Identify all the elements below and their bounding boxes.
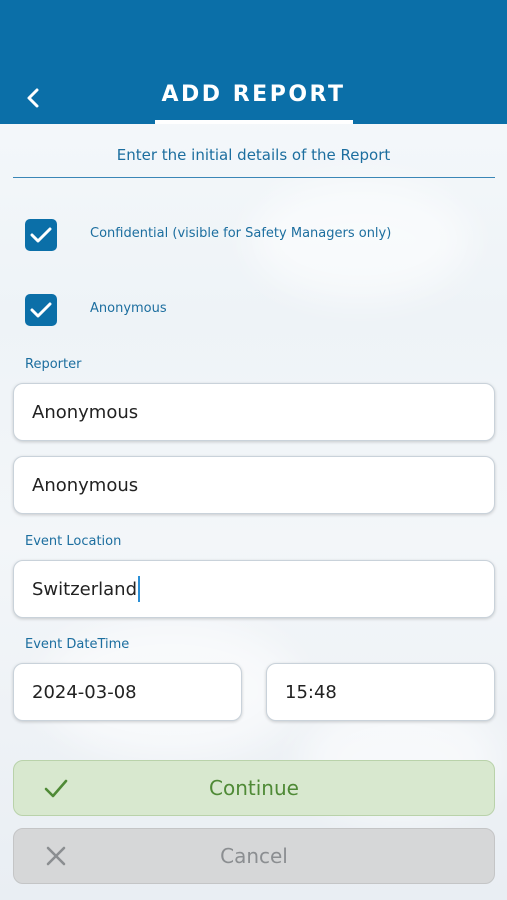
title-underline [155,120,353,124]
reporter-label: Reporter [25,357,82,372]
anonymous-checkbox[interactable] [25,294,57,326]
cancel-label: Cancel [220,844,288,868]
event-datetime-label: Event DateTime [25,637,130,652]
reporter-second-value: Anonymous [32,474,139,496]
app-header: ADD REPORT [0,0,507,124]
cancel-button[interactable]: Cancel [13,828,495,884]
event-date-input[interactable]: 2024-03-08 [13,663,242,721]
reporter-second-input[interactable]: Anonymous [13,456,495,514]
confidential-label: Confidential (visible for Safety Manager… [90,226,392,241]
page-title: ADD REPORT [161,82,346,107]
event-location-input[interactable]: Switzerland [13,560,495,618]
text-cursor [138,576,140,602]
continue-button[interactable]: Continue [13,760,495,816]
event-time-input[interactable]: 15:48 [266,663,495,721]
reporter-first-input[interactable]: Anonymous [13,383,495,441]
reporter-first-value: Anonymous [32,401,139,423]
checkmark-icon [44,779,68,798]
checkmark-icon [30,227,52,243]
section-divider [13,177,495,178]
event-location-value: Switzerland [32,578,137,600]
event-location-label: Event Location [25,534,122,549]
intro-text: Enter the initial details of the Report [116,146,391,164]
event-time-value: 15:48 [285,681,337,703]
anonymous-label: Anonymous [90,301,167,316]
confidential-checkbox[interactable] [25,219,57,251]
continue-label: Continue [209,776,299,800]
checkmark-icon [30,302,52,318]
event-date-value: 2024-03-08 [32,681,137,703]
close-icon [46,846,66,866]
